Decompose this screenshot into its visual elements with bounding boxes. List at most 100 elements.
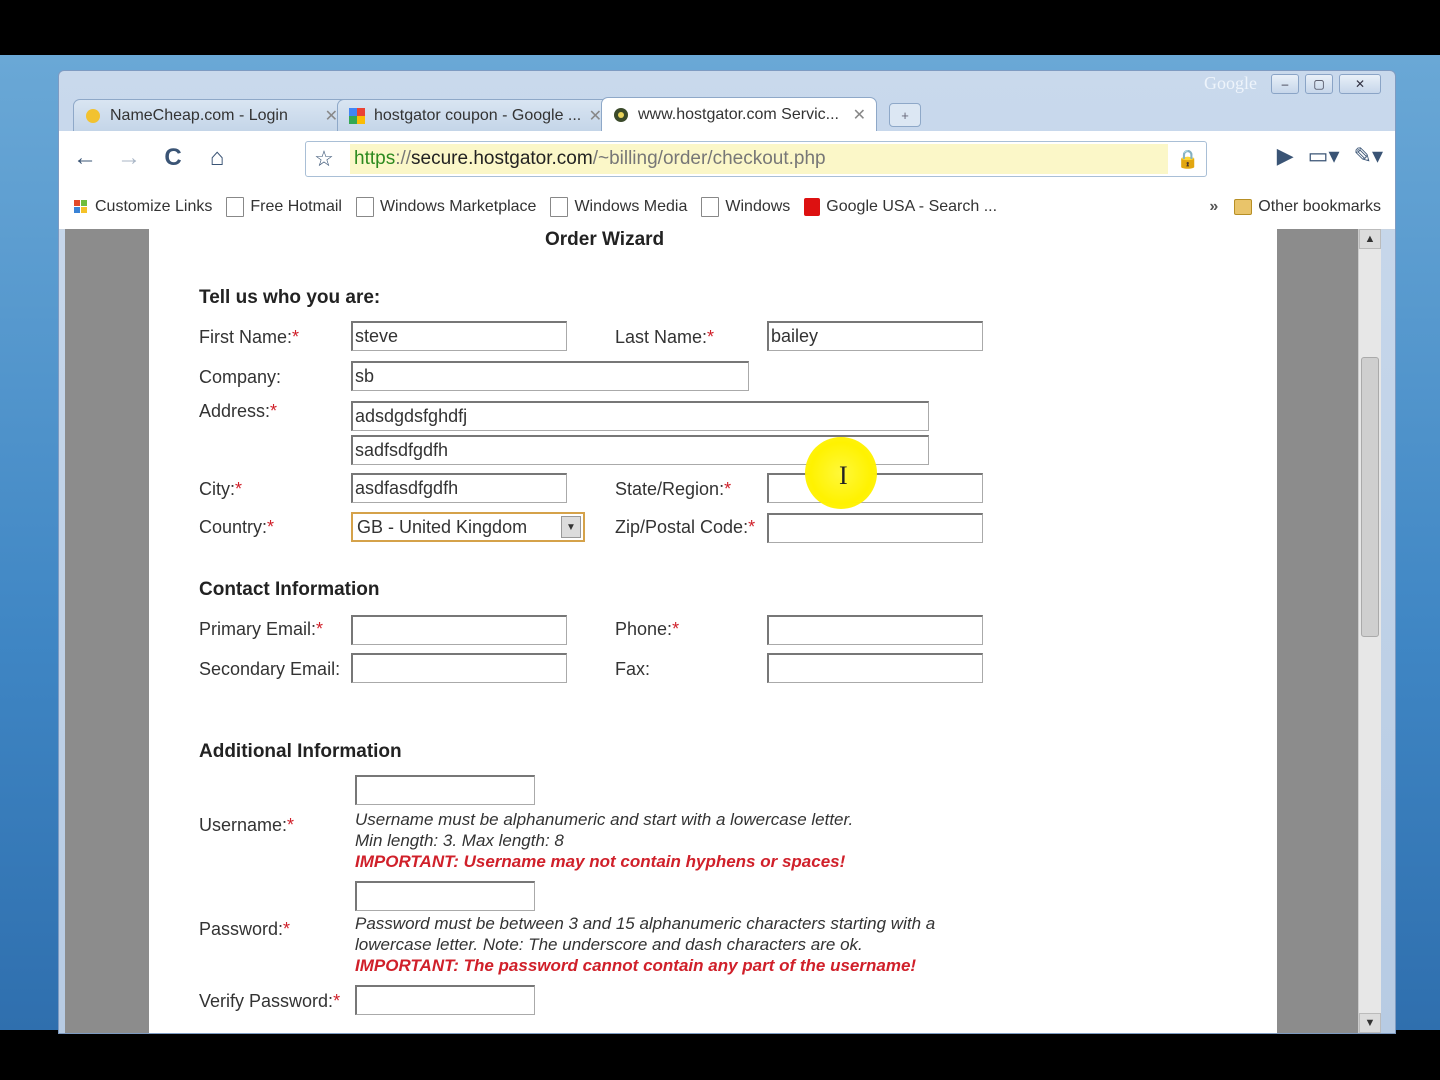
- reload-button[interactable]: C: [155, 140, 191, 176]
- username-label: Username:*: [199, 815, 295, 835]
- username-hint-line1: Username must be alphanumeric and start …: [355, 810, 854, 829]
- bookmark-free-hotmail[interactable]: Free Hotmail: [226, 197, 342, 217]
- required-marker: *: [287, 815, 295, 835]
- tab-close-icon[interactable]: ✕: [853, 105, 866, 125]
- zip-postal-code-field[interactable]: [767, 513, 983, 543]
- bookmarks-overflow-chevron-icon[interactable]: »: [1209, 198, 1218, 216]
- tab-title: www.hostgator.com Servic...: [638, 105, 839, 123]
- folder-icon: [1234, 199, 1253, 215]
- wrench-menu-icon[interactable]: ✎▾: [1354, 143, 1383, 169]
- primary-email-field[interactable]: [351, 615, 567, 645]
- browser-toolbar: ← → C ⌂ ☆ https://secure.hostgator.com/~…: [59, 131, 1395, 185]
- password-warning: IMPORTANT: The password cannot contain a…: [355, 956, 917, 975]
- google-icon: [804, 198, 821, 216]
- minimize-button[interactable]: –: [1271, 73, 1299, 94]
- required-marker: *: [672, 619, 680, 639]
- bookmark-label: Free Hotmail: [250, 198, 342, 215]
- scrollbar-thumb[interactable]: [1361, 357, 1379, 637]
- tab-title: hostgator coupon - Google ...: [374, 106, 582, 124]
- address-line1-field[interactable]: [351, 401, 929, 431]
- verify-password-label: Verify Password:*: [199, 991, 341, 1011]
- last-name-label: Last Name:*: [615, 327, 715, 347]
- lock-icon[interactable]: 🔒: [1176, 149, 1200, 170]
- page-menu-icon[interactable]: ▭▾: [1308, 143, 1340, 169]
- page-icon: [701, 197, 720, 217]
- url-path: /~billing/order/checkout.php: [592, 148, 826, 169]
- required-marker: *: [333, 991, 341, 1011]
- bookmark-customize-links[interactable]: Customize Links: [73, 198, 212, 216]
- bookmark-label: Windows Marketplace: [379, 198, 537, 215]
- bookmark-windows-marketplace[interactable]: Windows Marketplace: [355, 197, 537, 217]
- country-label: Country:*: [199, 517, 275, 537]
- secondary-email-field[interactable]: [351, 653, 567, 683]
- maximize-button[interactable]: ▢: [1305, 73, 1333, 94]
- username-field[interactable]: [355, 775, 535, 805]
- section-heading-contact: Contact Information: [199, 579, 380, 600]
- page-viewport: Order Wizard Tell us who you are: First …: [65, 229, 1365, 1033]
- url-field[interactable]: https://secure.hostgator.com/~billing/or…: [350, 144, 1168, 174]
- section-heading-additional: Additional Information: [199, 741, 402, 762]
- required-marker: *: [724, 479, 732, 499]
- password-label: Password:*: [199, 919, 291, 939]
- username-hint-line2: Min length: 3. Max length: 8: [355, 831, 564, 850]
- tab-close-icon[interactable]: ✕: [325, 106, 338, 126]
- bookmark-windows[interactable]: Windows: [701, 197, 790, 217]
- zip-postal-code-label: Zip/Postal Code:*: [615, 517, 756, 537]
- fax-label: Fax:: [615, 659, 651, 679]
- url-scheme: https: [354, 148, 396, 169]
- primary-email-label: Primary Email:*: [199, 619, 324, 639]
- back-button[interactable]: ←: [67, 140, 103, 176]
- fax-field[interactable]: [767, 653, 983, 683]
- state-region-label: State/Region:*: [615, 479, 732, 499]
- first-name-label: First Name:*: [199, 327, 300, 347]
- password-field[interactable]: [355, 881, 535, 911]
- forward-button[interactable]: →: [111, 140, 147, 176]
- verify-password-field[interactable]: [355, 985, 535, 1015]
- tab-google-search[interactable]: hostgator coupon - Google ... ✕: [337, 99, 613, 131]
- hostgator-favicon-icon: [614, 107, 628, 122]
- address-label: Address:*: [199, 401, 278, 421]
- first-name-field[interactable]: [351, 321, 567, 351]
- required-marker: *: [270, 401, 278, 421]
- section-heading-who: Tell us who you are:: [199, 287, 381, 308]
- company-field[interactable]: [351, 361, 749, 391]
- phone-field[interactable]: [767, 615, 983, 645]
- username-warning: IMPORTANT: Username may not contain hyph…: [355, 852, 846, 871]
- bookmark-google-usa[interactable]: Google USA - Search ...: [804, 198, 997, 216]
- page-icon: [550, 197, 569, 217]
- window-caption: Google – ▢ ✕: [1204, 73, 1381, 94]
- url-host: secure.hostgator.com: [411, 148, 593, 169]
- bookmark-label: Windows Media: [574, 198, 688, 215]
- home-button[interactable]: ⌂: [199, 140, 235, 176]
- close-window-button[interactable]: ✕: [1339, 73, 1381, 94]
- country-select[interactable]: GB - United Kingdom ▼: [351, 512, 585, 542]
- play-icon[interactable]: ▶: [1277, 143, 1294, 169]
- tab-strip: NameCheap.com - Login ✕ hostgator coupon…: [73, 95, 921, 131]
- vertical-scrollbar[interactable]: ▲ ▼: [1358, 229, 1381, 1033]
- bookmark-label: Google USA - Search ...: [826, 198, 998, 215]
- address-bar[interactable]: ☆ https://secure.hostgator.com/~billing/…: [305, 141, 1207, 177]
- last-name-field[interactable]: [767, 321, 983, 351]
- page-icon: [355, 197, 374, 217]
- bookmark-windows-media[interactable]: Windows Media: [550, 197, 687, 217]
- tab-title: NameCheap.com - Login: [110, 106, 288, 124]
- tab-namecheap[interactable]: NameCheap.com - Login ✕: [73, 99, 349, 131]
- page-title: Order Wizard: [545, 229, 665, 250]
- scroll-up-arrow-icon[interactable]: ▲: [1359, 229, 1381, 249]
- page-icon: [226, 197, 245, 217]
- tab-hostgator[interactable]: www.hostgator.com Servic... ✕: [601, 97, 877, 131]
- bookmark-star-icon[interactable]: ☆: [306, 141, 342, 177]
- tab-close-icon[interactable]: ✕: [589, 106, 602, 126]
- company-label: Company:: [199, 367, 282, 387]
- city-field[interactable]: [351, 473, 567, 503]
- new-tab-button[interactable]: +: [889, 103, 921, 127]
- password-hint-line2: lowercase letter. Note: The underscore a…: [355, 935, 863, 954]
- other-bookmarks-folder[interactable]: Other bookmarks: [1234, 198, 1381, 216]
- required-marker: *: [748, 517, 756, 537]
- city-label: City:*: [199, 479, 243, 499]
- required-marker: *: [316, 619, 324, 639]
- google-favicon-icon: [349, 107, 365, 124]
- required-marker: *: [283, 919, 291, 939]
- scroll-down-arrow-icon[interactable]: ▼: [1359, 1013, 1381, 1033]
- chevron-down-icon[interactable]: ▼: [561, 516, 581, 538]
